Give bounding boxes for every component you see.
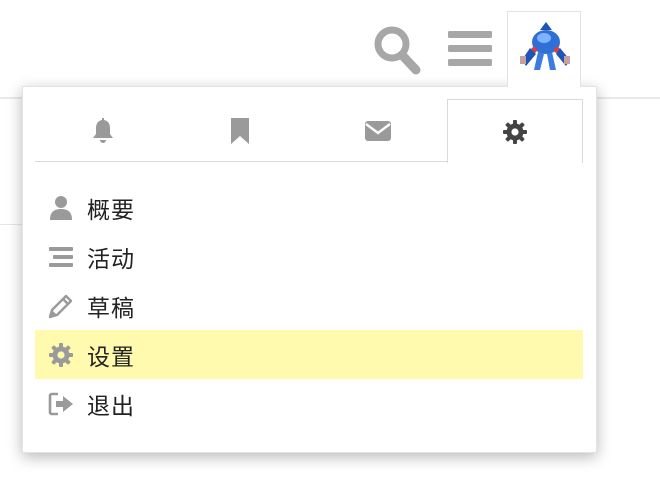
menu-item-drafts[interactable]: 草稿 [35, 281, 583, 330]
menu-item-label: 草稿 [87, 295, 135, 322]
envelope-icon [365, 120, 391, 141]
user-menu-list: 概要 活动 草稿 设置 退出 [35, 183, 583, 428]
menu-item-preferences[interactable]: 设置 [35, 330, 583, 379]
tab-preferences[interactable] [447, 99, 583, 163]
menu-item-label: 概要 [87, 197, 135, 224]
bell-icon [93, 117, 113, 143]
menu-item-label: 退出 [87, 393, 135, 420]
stream-icon [48, 244, 74, 270]
pencil-icon [48, 293, 74, 319]
user-icon [48, 195, 74, 221]
menu-item-summary[interactable]: 概要 [35, 183, 583, 232]
page: 概要 活动 草稿 设置 退出 [0, 0, 660, 500]
menu-item-label: 活动 [87, 246, 135, 273]
hamburger-menu-icon[interactable] [446, 28, 494, 70]
gear-icon [503, 119, 527, 144]
sign-out-icon [48, 391, 74, 417]
user-avatar-button[interactable] [507, 11, 581, 87]
tab-notifications[interactable] [35, 99, 171, 162]
user-menu-panel: 概要 活动 草稿 设置 退出 [22, 86, 597, 453]
avatar [520, 22, 570, 70]
tab-bookmarks[interactable] [172, 99, 308, 162]
gear-icon [48, 342, 74, 368]
menu-item-label: 设置 [87, 344, 135, 371]
search-icon[interactable] [372, 24, 422, 76]
menu-item-activity[interactable]: 活动 [35, 232, 583, 281]
bookmark-icon [231, 117, 249, 144]
background-divider [0, 224, 24, 225]
tab-messages[interactable] [310, 99, 446, 162]
menu-item-logout[interactable]: 退出 [35, 379, 583, 428]
